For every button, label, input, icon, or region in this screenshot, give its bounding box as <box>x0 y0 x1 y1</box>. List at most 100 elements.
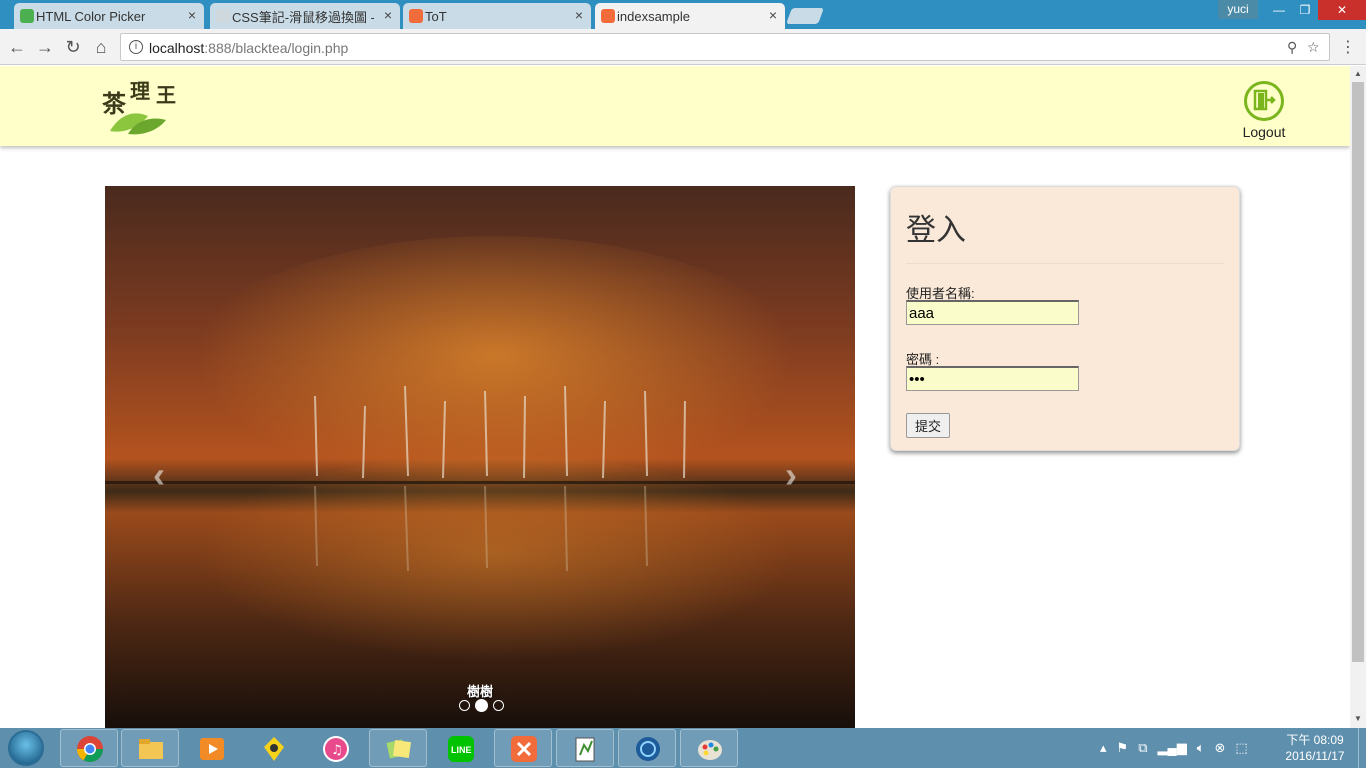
scroll-up-icon[interactable]: ▲ <box>1354 69 1362 78</box>
scrollbar-thumb[interactable] <box>1352 82 1364 662</box>
clock-date: 2016/11/17 <box>1285 749 1345 763</box>
taskbar-chrome[interactable] <box>60 729 118 767</box>
disconnect-icon[interactable]: ⊗ <box>1215 740 1226 756</box>
page-viewport: 茶 理 王 Logout ‹ › 樹樹 登入 使用者名稱: aaa 密碼: 提… <box>0 66 1350 728</box>
sticky-notes-icon <box>386 739 412 759</box>
logout-icon <box>1244 81 1284 121</box>
minimize-icon[interactable]: — <box>1266 0 1292 20</box>
chrome-icon <box>76 736 104 763</box>
url-text[interactable]: localhost:888/blacktea/login.php <box>149 40 348 56</box>
restore-icon[interactable]: ❐ <box>1292 0 1318 20</box>
taskbar-xampp[interactable] <box>494 729 552 767</box>
divider <box>906 263 1224 264</box>
xampp-icon <box>511 736 537 762</box>
username-field[interactable] <box>906 300 1079 325</box>
tab-title: indexsample <box>617 8 690 24</box>
taskbar: ♫ LINE ▴ ⚑ ⧉ ▂▄▆ 🔈︎ ⊗ ⬚ 下午 08:09 2016/11… <box>0 728 1366 768</box>
close-icon[interactable]: × <box>769 7 777 23</box>
close-icon[interactable]: × <box>384 7 392 23</box>
password-field[interactable] <box>906 366 1079 391</box>
start-button[interactable] <box>8 730 44 766</box>
tab-indexsample[interactable]: indexsample × <box>595 3 785 29</box>
browser-toolbar: ← → ↻ ⌂ i localhost:888/blacktea/login.p… <box>0 29 1366 65</box>
login-title: 登入 <box>906 213 966 248</box>
carousel-indicator-active[interactable] <box>475 699 488 712</box>
taskbar-line[interactable]: LINE <box>431 729 489 767</box>
bookmark-star-icon[interactable]: ☆ <box>1307 39 1320 56</box>
info-icon[interactable]: i <box>129 40 143 54</box>
tab-tot[interactable]: ToT × <box>403 3 591 29</box>
clock-time: 下午 08:09 <box>1286 733 1344 747</box>
window-close-icon[interactable]: ✕ <box>1318 0 1366 20</box>
carousel-indicator[interactable] <box>493 700 504 711</box>
pin-icon[interactable]: ⚲ <box>1287 39 1297 56</box>
carousel-caption: 樹樹 <box>466 684 493 699</box>
network-adapter-icon[interactable]: ⧉ <box>1138 740 1147 756</box>
home-icon[interactable]: ⌂ <box>90 36 112 58</box>
show-desktop-button[interactable] <box>1358 728 1366 768</box>
svg-text:茶: 茶 <box>102 89 127 118</box>
line-icon: LINE <box>448 736 474 762</box>
browser-globe-icon <box>636 737 660 761</box>
tea-logo[interactable]: 茶 理 王 <box>100 76 182 138</box>
xampp-icon <box>409 9 423 23</box>
signal-icon[interactable]: ▂▄▆ <box>1157 740 1186 756</box>
taskbar-kakao[interactable] <box>244 729 302 767</box>
carousel-indicators <box>459 699 504 712</box>
system-tray: ▴ ⚑ ⧉ ▂▄▆ 🔈︎ ⊗ ⬚ <box>1100 740 1248 756</box>
tab-title: HTML Color Picker <box>36 8 146 24</box>
address-bar[interactable]: i localhost:888/blacktea/login.php ⚲ ☆ <box>120 33 1330 61</box>
paint-icon <box>698 740 722 760</box>
tab-title: CSS筆記-滑鼠移過換圖 - <box>232 9 374 25</box>
svg-text:♫: ♫ <box>331 743 343 758</box>
tab-html-color-picker[interactable]: HTML Color Picker × <box>14 3 204 29</box>
svg-text:理: 理 <box>130 79 150 103</box>
ime-icon[interactable]: ⬚ <box>1235 740 1247 756</box>
media-player-icon <box>200 738 224 760</box>
url-path: :888/blacktea/login.php <box>204 40 349 56</box>
login-panel: 登入 使用者名稱: 密碼 : 提交 <box>890 186 1240 451</box>
tab-css-notes[interactable]: CSS筆記-滑鼠移過換圖 - × <box>210 3 400 29</box>
show-hidden-icons-icon[interactable]: ▴ <box>1100 740 1107 756</box>
svg-text:LINE: LINE <box>451 745 472 755</box>
taskbar-paint[interactable] <box>680 729 738 767</box>
taskbar-notepad-plus[interactable] <box>556 729 614 767</box>
carousel-prev-button[interactable]: ‹ <box>153 454 165 496</box>
svg-text:王: 王 <box>156 83 176 107</box>
url-host: localhost <box>149 40 205 56</box>
logout-button[interactable]: Logout <box>1236 81 1292 140</box>
browser-tabstrip: HTML Color Picker × CSS筆記-滑鼠移過換圖 - × ToT… <box>0 0 1366 29</box>
notepad-plus-icon <box>575 737 595 762</box>
action-center-flag-icon[interactable]: ⚑ <box>1117 740 1129 756</box>
taskbar-sticky-notes[interactable] <box>369 729 427 767</box>
site-header: 茶 理 王 Logout <box>0 66 1350 146</box>
new-tab-button[interactable] <box>786 8 824 24</box>
system-clock[interactable]: 下午 08:09 2016/11/17 <box>1280 732 1350 764</box>
back-icon[interactable]: ← <box>6 36 28 58</box>
autumn-lake-photo <box>105 186 855 728</box>
carousel-next-button[interactable]: › <box>785 454 797 496</box>
forward-icon[interactable]: → <box>34 36 56 58</box>
file-explorer-icon <box>139 739 163 759</box>
color-picker-icon <box>20 9 34 23</box>
page-icon <box>216 9 230 23</box>
taskbar-browser[interactable] <box>618 729 676 767</box>
page-scrollbar[interactable]: ▲ ▼ <box>1350 66 1366 728</box>
logout-label: Logout <box>1242 124 1286 140</box>
taskbar-itunes[interactable]: ♫ <box>306 729 364 767</box>
taskbar-explorer[interactable] <box>121 729 179 767</box>
xampp-icon <box>601 9 615 23</box>
reload-icon[interactable]: ↻ <box>62 36 84 58</box>
submit-button[interactable]: 提交 <box>906 413 950 438</box>
tab-title: ToT <box>425 8 447 24</box>
close-icon[interactable]: × <box>188 7 196 23</box>
profile-name[interactable]: yuci <box>1218 0 1258 19</box>
menu-icon[interactable]: ⋮ <box>1340 37 1356 57</box>
carousel-indicator[interactable] <box>459 700 470 711</box>
image-carousel: ‹ › 樹樹 <box>105 186 855 728</box>
taskbar-media-player[interactable] <box>182 729 240 767</box>
scroll-down-icon[interactable]: ▼ <box>1354 714 1362 723</box>
close-icon[interactable]: × <box>575 7 583 23</box>
kakao-icon <box>264 737 284 761</box>
volume-icon[interactable]: 🔈︎ <box>1197 740 1205 756</box>
